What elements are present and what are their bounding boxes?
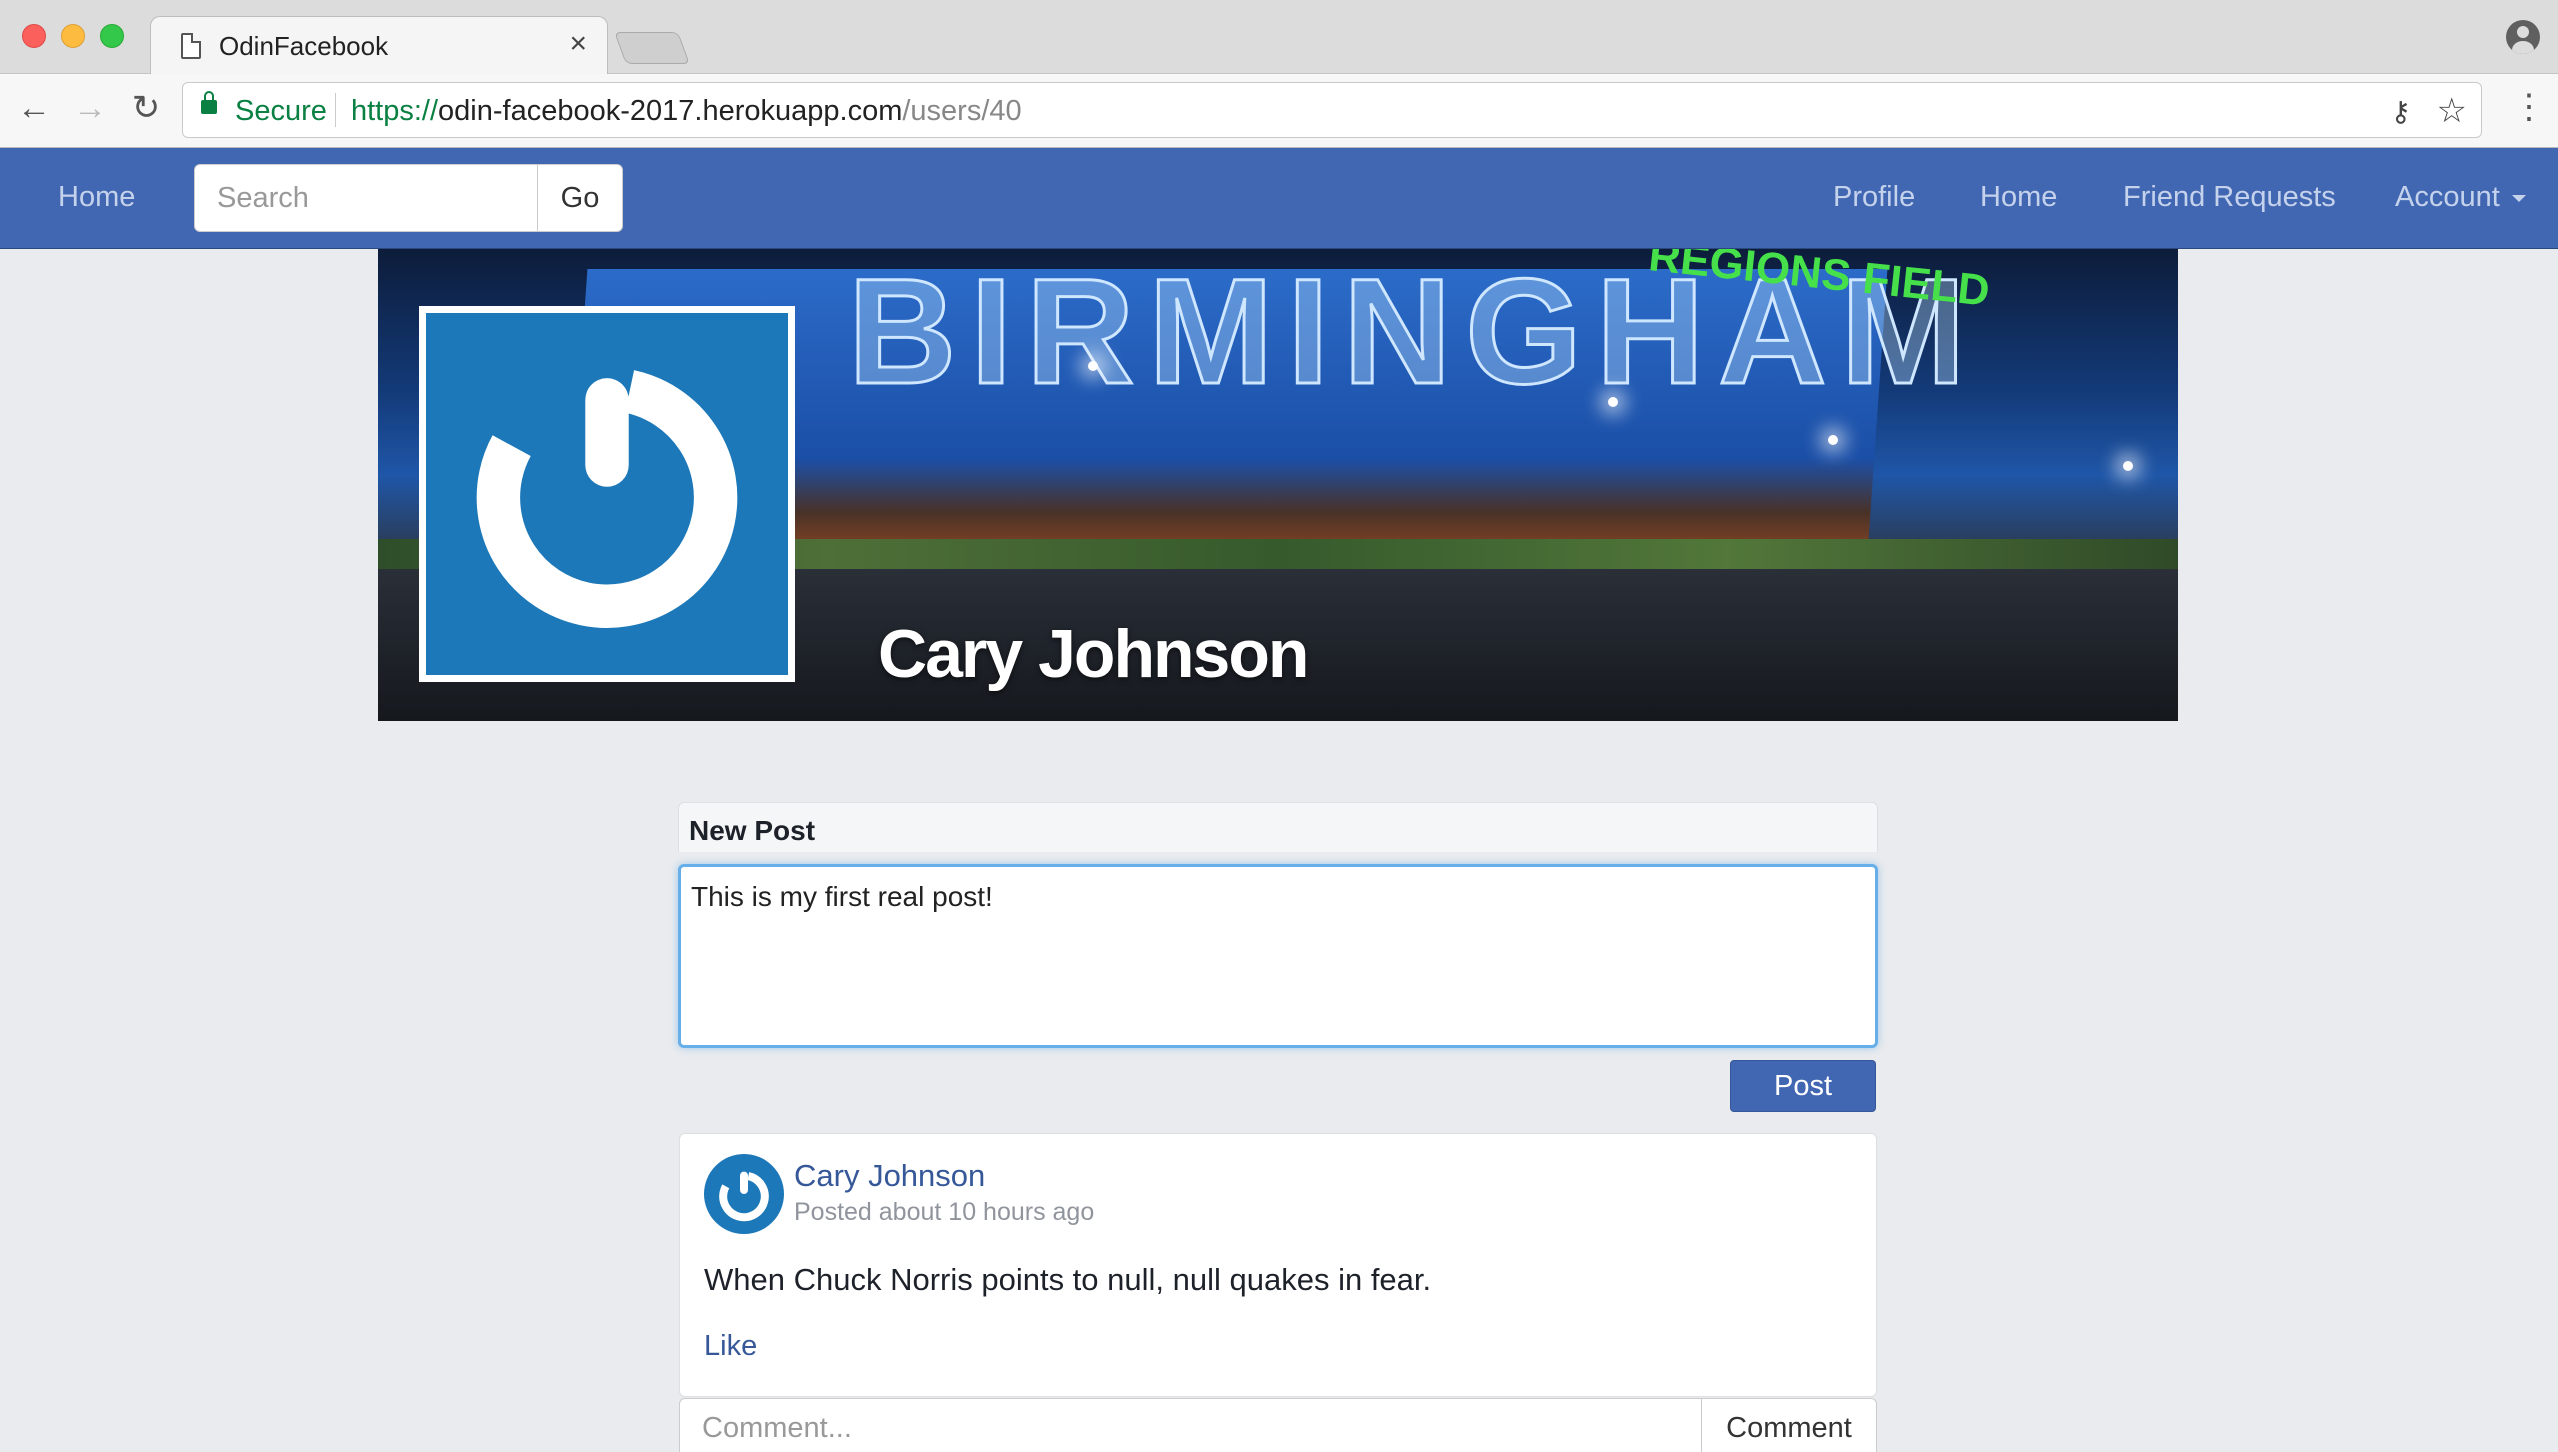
tab-title: OdinFacebook [219,31,389,61]
reload-icon[interactable]: ↻ [126,88,166,128]
nav-home-link[interactable]: Home [1980,181,2057,214]
cover-street-light [1608,397,1618,407]
new-tab-button[interactable] [614,32,690,64]
post-timestamp: Posted about 10 hours ago [794,1198,1095,1226]
bookmark-star-icon[interactable]: ☆ [2437,91,2467,131]
browser-profile-icon[interactable] [2506,20,2540,54]
comment-input[interactable] [679,1398,1702,1452]
forward-arrow-icon[interactable]: → [70,88,110,128]
browser-tab-strip: OdinFacebook × [0,0,2558,76]
nav-profile-link[interactable]: Profile [1833,181,1915,214]
comment-submit-button[interactable]: Comment [1701,1398,1877,1452]
post-body-text: When Chuck Norris points to null, null q… [704,1262,1432,1297]
search-input[interactable] [194,164,538,232]
browser-menu-icon[interactable]: ⋮ [2512,90,2546,124]
power-logo-icon [707,1157,781,1231]
site-navbar: Home Go Profile Home Friend Requests Acc… [0,148,2558,249]
nav-account-dropdown[interactable]: Account [2395,181,2526,214]
close-window-button[interactable] [22,24,46,48]
address-bar[interactable]: Secure https://odin-facebook-2017.heroku… [182,82,2482,138]
browser-tab[interactable]: OdinFacebook × [150,16,608,76]
post-author-avatar[interactable] [704,1154,784,1234]
url-text[interactable]: https://odin-facebook-2017.herokuapp.com… [351,95,1022,128]
cover-street-light [1828,435,1838,445]
lock-icon [201,91,217,114]
new-post-header: New Post [678,802,1878,852]
url-scheme: https:// [351,95,439,127]
back-arrow-icon[interactable]: ← [14,88,54,128]
cover-street-light [1088,361,1098,371]
profile-cover-photo: BIRMINGHAM REGIONS FIELD Cary Johnson [378,249,2178,721]
secure-label: Secure [235,95,327,127]
cover-street-light [2123,461,2133,471]
profile-avatar [419,306,795,682]
minimize-window-button[interactable] [61,24,85,48]
search-go-button[interactable]: Go [537,164,623,232]
new-post-form: New Post This is my first real post! Pos… [678,802,1878,1112]
power-logo-icon [476,367,738,628]
like-link[interactable]: Like [704,1330,757,1363]
key-icon[interactable]: ⚷ [2390,95,2411,128]
url-path: /users/40 [902,95,1022,127]
nav-friend-requests-link[interactable]: Friend Requests [2123,181,2336,214]
profile-name: Cary Johnson [878,616,1309,692]
account-label: Account [2395,181,2500,213]
post-author-link[interactable]: Cary Johnson [794,1158,985,1194]
nav-home-brand-link[interactable]: Home [58,181,135,214]
url-host: odin-facebook-2017.herokuapp.com [438,95,903,127]
caret-down-icon [2511,194,2526,202]
post-card: Cary Johnson Posted about 10 hours ago W… [679,1133,1877,1397]
url-divider [335,93,336,127]
new-post-textarea[interactable]: This is my first real post! [678,864,1878,1048]
new-post-title: New Post [689,815,816,846]
maximize-window-button[interactable] [100,24,124,48]
tab-close-icon[interactable]: × [569,27,587,61]
page-icon [181,33,201,59]
post-submit-button[interactable]: Post [1730,1060,1876,1112]
browser-toolbar: ← → ↻ Secure https://odin-facebook-2017.… [0,74,2558,148]
